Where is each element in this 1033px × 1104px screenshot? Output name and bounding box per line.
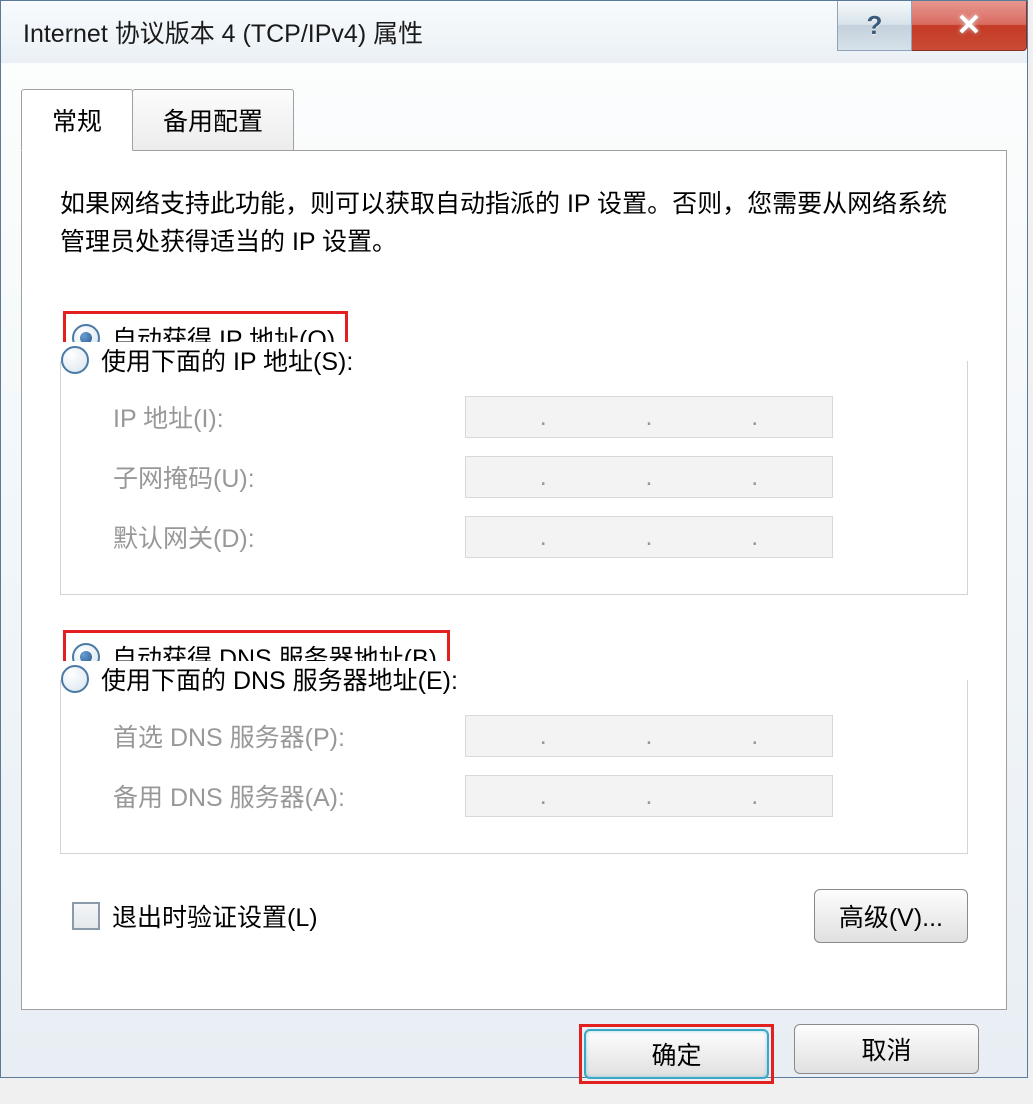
- help-button[interactable]: ?: [837, 1, 912, 51]
- ip-option-group: 自动获得 IP 地址(O) 使用下面的 IP 地址(S): IP 地址(I):: [60, 311, 968, 595]
- validate-checkbox-container[interactable]: 退出时验证设置(L): [72, 898, 318, 934]
- checkbox-label: 退出时验证设置(L): [112, 898, 318, 934]
- preferred-dns-input[interactable]: . . .: [465, 715, 833, 757]
- radio-label: 使用下面的 IP 地址(S):: [101, 342, 353, 378]
- ip-dot: .: [515, 722, 572, 751]
- field-ip-address: IP 地址(I): . . .: [85, 396, 943, 438]
- field-default-gateway: 默认网关(D): . . .: [85, 516, 943, 558]
- radio-manual-ip[interactable]: 使用下面的 IP 地址(S):: [61, 342, 359, 378]
- field-label: 备用 DNS 服务器(A):: [85, 778, 465, 814]
- ip-fieldset: 使用下面的 IP 地址(S): IP 地址(I): . . .: [60, 361, 968, 595]
- description-text: 如果网络支持此功能，则可以获取自动指派的 IP 设置。否则，您需要从网络系统管理…: [60, 186, 968, 261]
- ip-dot: .: [726, 403, 783, 432]
- window-title: Internet 协议版本 4 (TCP/IPv4) 属性: [23, 14, 423, 50]
- button-label: 取消: [861, 1031, 911, 1067]
- tab-general[interactable]: 常规: [21, 89, 133, 151]
- field-preferred-dns: 首选 DNS 服务器(P): . . .: [85, 715, 943, 757]
- subnet-mask-input[interactable]: . . .: [465, 456, 833, 498]
- bottom-row: 退出时验证设置(L) 高级(V)...: [60, 889, 968, 943]
- field-label: 首选 DNS 服务器(P):: [85, 718, 465, 754]
- titlebar-buttons: ? ✕: [837, 1, 1027, 51]
- ip-dot: .: [726, 523, 783, 552]
- ip-dot: .: [726, 782, 783, 811]
- ok-button[interactable]: 确定: [584, 1029, 769, 1079]
- field-subnet-mask: 子网掩码(U): . . .: [85, 456, 943, 498]
- ip-dot: .: [726, 463, 783, 492]
- titlebar: Internet 协议版本 4 (TCP/IPv4) 属性 ? ✕: [1, 1, 1027, 63]
- dialog-window: Internet 协议版本 4 (TCP/IPv4) 属性 ? ✕ 常规 备用配…: [0, 0, 1028, 1078]
- ip-dot: .: [515, 523, 572, 552]
- ip-dot: .: [515, 782, 572, 811]
- tab-panel-general: 如果网络支持此功能，则可以获取自动指派的 IP 设置。否则，您需要从网络系统管理…: [21, 150, 1007, 1010]
- radio-label: 使用下面的 DNS 服务器地址(E):: [101, 661, 458, 697]
- ip-dot: .: [515, 463, 572, 492]
- ok-button-highlight: 确定: [579, 1024, 774, 1084]
- field-label: IP 地址(I):: [85, 399, 465, 435]
- dns-fieldset: 使用下面的 DNS 服务器地址(E): 首选 DNS 服务器(P): . . .: [60, 680, 968, 854]
- advanced-button[interactable]: 高级(V)...: [814, 889, 968, 943]
- radio-manual-dns[interactable]: 使用下面的 DNS 服务器地址(E):: [61, 661, 464, 697]
- button-label: 高级(V)...: [839, 904, 943, 932]
- tab-label: 常规: [52, 108, 102, 136]
- ip-dot: .: [621, 403, 678, 432]
- help-icon: ?: [867, 10, 883, 41]
- button-label: 确定: [651, 1036, 701, 1072]
- content-area: 常规 备用配置 如果网络支持此功能，则可以获取自动指派的 IP 设置。否则，您需…: [1, 63, 1027, 1104]
- dns-option-group: 自动获得 DNS 服务器地址(B) 使用下面的 DNS 服务器地址(E): 首选…: [60, 630, 968, 854]
- checkbox-icon: [72, 902, 100, 930]
- alternate-dns-input[interactable]: . . .: [465, 775, 833, 817]
- ip-dot: .: [621, 782, 678, 811]
- field-label: 子网掩码(U):: [85, 459, 465, 495]
- radio-icon: [61, 346, 89, 374]
- tab-strip: 常规 备用配置: [21, 89, 1007, 151]
- ip-dot: .: [621, 463, 678, 492]
- cancel-button-wrap: 取消: [794, 1024, 979, 1084]
- radio-icon: [61, 665, 89, 693]
- field-label: 默认网关(D):: [85, 519, 465, 555]
- tab-alternate[interactable]: 备用配置: [132, 89, 294, 151]
- ip-dot: .: [621, 523, 678, 552]
- ip-address-input[interactable]: . . .: [465, 396, 833, 438]
- close-button[interactable]: ✕: [912, 1, 1027, 51]
- default-gateway-input[interactable]: . . .: [465, 516, 833, 558]
- dialog-buttons: 确定 取消: [21, 1010, 1007, 1084]
- ip-dot: .: [621, 722, 678, 751]
- close-icon: ✕: [956, 8, 981, 43]
- manual-ip-group: 使用下面的 IP 地址(S): IP 地址(I): . . .: [60, 361, 968, 595]
- manual-dns-group: 使用下面的 DNS 服务器地址(E): 首选 DNS 服务器(P): . . .: [60, 680, 968, 854]
- ip-dot: .: [515, 403, 572, 432]
- field-alternate-dns: 备用 DNS 服务器(A): . . .: [85, 775, 943, 817]
- cancel-button[interactable]: 取消: [794, 1024, 979, 1074]
- ip-dot: .: [726, 722, 783, 751]
- tab-label: 备用配置: [163, 108, 263, 136]
- tab-container: 常规 备用配置 如果网络支持此功能，则可以获取自动指派的 IP 设置。否则，您需…: [21, 89, 1007, 1010]
